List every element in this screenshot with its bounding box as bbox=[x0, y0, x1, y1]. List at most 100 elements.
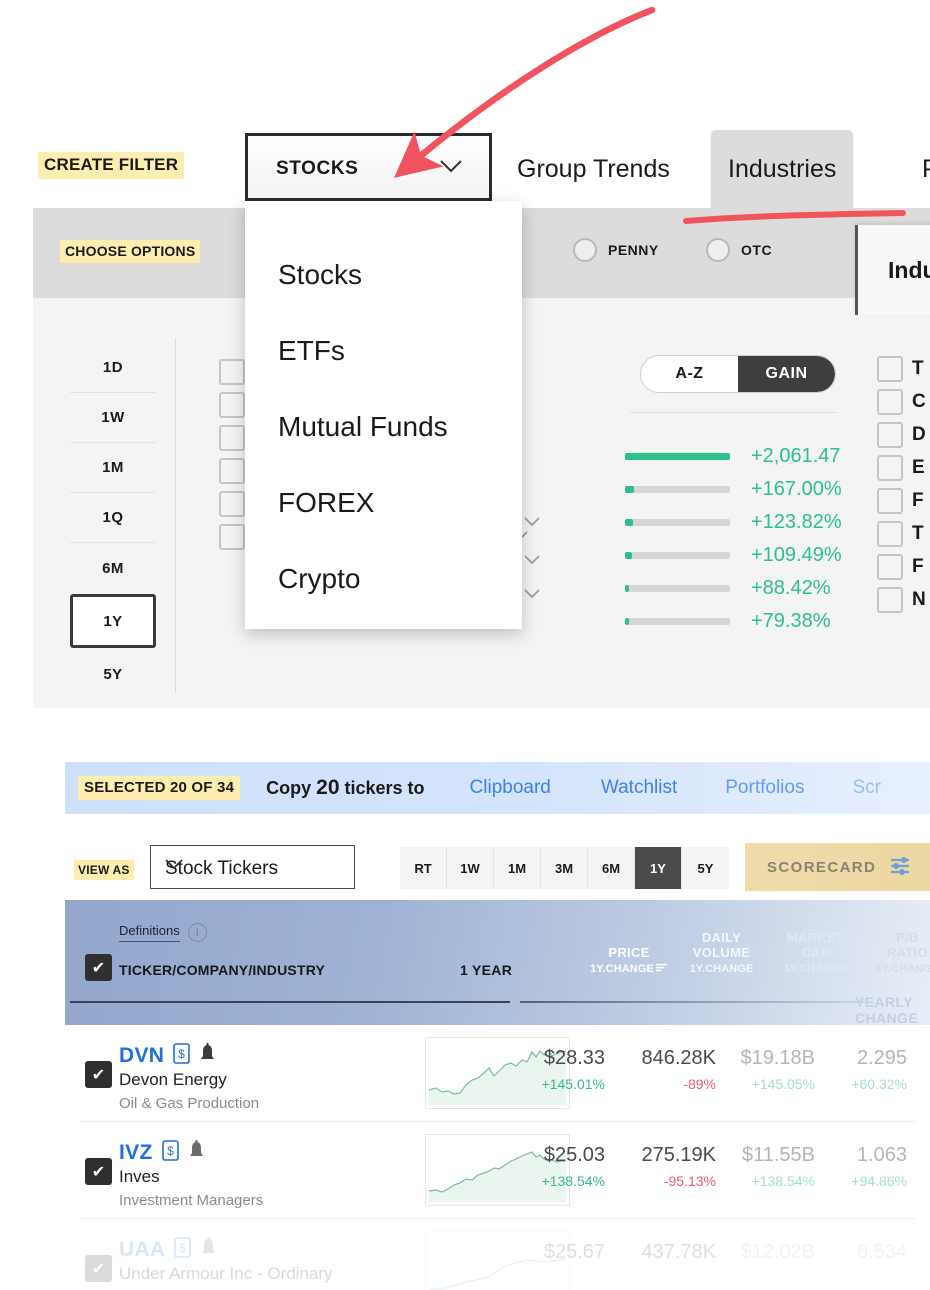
radio-otc[interactable]: OTC bbox=[706, 238, 772, 262]
period-1m[interactable]: 1M bbox=[70, 443, 156, 493]
dollar-tag-icon[interactable]: $ bbox=[174, 1237, 192, 1263]
chevron-down-icon[interactable] bbox=[524, 586, 540, 604]
bell-icon[interactable] bbox=[199, 1043, 216, 1069]
timeframe-3m[interactable]: 3M bbox=[541, 847, 588, 889]
view-as-select[interactable]: Stock Tickers bbox=[150, 845, 355, 889]
tab-partial-right[interactable]: P bbox=[905, 130, 930, 208]
right-checkbox[interactable] bbox=[877, 454, 903, 481]
right-checkbox[interactable] bbox=[877, 586, 903, 613]
row-checkbox[interactable]: ✔ bbox=[85, 1061, 112, 1088]
row-pe-value: 14 bbox=[903, 1047, 930, 1070]
chevron-down-icon bbox=[440, 160, 462, 173]
industry-checkbox[interactable] bbox=[219, 457, 245, 484]
column-header-market-cap[interactable]: MARKET CAP 1Y.CHANGE bbox=[768, 930, 863, 975]
dropdown-option-crypto[interactable]: Crypto bbox=[278, 563, 360, 595]
column-header-pb-ratio[interactable]: P/B RATIO 1Y.CHANGE bbox=[860, 930, 930, 975]
bell-icon[interactable] bbox=[188, 1140, 205, 1166]
table-row[interactable]: ✔ DVN $ Devon Energy Oil & Gas Productio… bbox=[65, 1025, 930, 1122]
radio-penny[interactable]: PENNY bbox=[573, 238, 659, 262]
industry-checkbox[interactable] bbox=[219, 424, 245, 451]
period-1w[interactable]: 1W bbox=[70, 393, 156, 443]
definitions-link[interactable]: Definitions i bbox=[119, 923, 207, 942]
sort-desc-icon[interactable] bbox=[655, 963, 668, 975]
timeframe-1w[interactable]: 1W bbox=[447, 847, 494, 889]
right-checkbox-row[interactable]: T bbox=[877, 517, 926, 550]
timeframe-5y[interactable]: 5Y bbox=[682, 847, 729, 889]
tab-group-trends[interactable]: Group Trends bbox=[500, 130, 687, 208]
dropdown-option-forex[interactable]: FOREX bbox=[278, 487, 374, 519]
right-checkbox-row[interactable]: D bbox=[877, 418, 926, 451]
table-row[interactable]: ✔ IVZ $ Inves Investment Managers $25.03… bbox=[65, 1122, 930, 1219]
chevron-down-icon[interactable] bbox=[524, 514, 540, 532]
period-1q[interactable]: 1Q bbox=[70, 493, 156, 543]
right-checkbox-row[interactable]: C bbox=[877, 385, 926, 418]
right-checkbox[interactable] bbox=[877, 520, 903, 547]
gain-value: +167.00% bbox=[751, 478, 842, 500]
scorecard-button[interactable]: SCORECARD bbox=[745, 843, 930, 891]
table-row[interactable]: ✔ UAA $ Under Armour Inc - Ordinary $25.… bbox=[65, 1219, 930, 1290]
tab-industries[interactable]: Industries bbox=[711, 130, 854, 208]
row-ticker[interactable]: DVN $ bbox=[119, 1043, 216, 1069]
sort-toggle[interactable]: A-Z GAIN bbox=[640, 355, 836, 393]
right-checkbox-row[interactable]: T bbox=[877, 352, 926, 385]
column-header-volume[interactable]: DAILY VOLUME 1Y.CHANGE bbox=[674, 930, 769, 975]
industries-side-panel-tab[interactable]: Indu bbox=[855, 225, 930, 315]
right-checkbox[interactable] bbox=[877, 388, 903, 415]
info-icon[interactable]: i bbox=[187, 923, 207, 942]
period-6m[interactable]: 6M bbox=[70, 543, 156, 593]
bell-icon[interactable] bbox=[200, 1237, 217, 1263]
right-checkbox[interactable] bbox=[877, 421, 903, 448]
right-checkbox-row[interactable]: F bbox=[877, 550, 926, 583]
sliders-icon[interactable] bbox=[889, 855, 911, 879]
row-pe-change: +0 bbox=[903, 1173, 930, 1189]
asset-type-dropdown-menu: Stocks ETFs Mutual Funds FOREX Crypto bbox=[245, 201, 522, 629]
copy-to-clipboard-link[interactable]: Clipboard bbox=[470, 777, 551, 799]
period-1y[interactable]: 1Y bbox=[70, 594, 156, 648]
timeframe-6m[interactable]: 6M bbox=[588, 847, 635, 889]
row-volume: 275.19K -95.13% bbox=[611, 1144, 716, 1189]
row-volume-value: 437.78K bbox=[641, 1241, 716, 1263]
row-checkbox[interactable]: ✔ bbox=[85, 1255, 112, 1282]
column-header-range[interactable]: 1 YEAR bbox=[460, 962, 512, 978]
industry-checkbox[interactable] bbox=[219, 490, 245, 517]
dropdown-option-mutual-funds[interactable]: Mutual Funds bbox=[278, 411, 448, 443]
period-1d[interactable]: 1D bbox=[70, 343, 156, 393]
asset-type-select[interactable]: STOCKS bbox=[245, 133, 492, 201]
copy-to-portfolios-link[interactable]: Portfolios bbox=[725, 777, 804, 799]
dollar-tag-icon[interactable]: $ bbox=[161, 1140, 179, 1166]
timeframe-rt[interactable]: RT bbox=[400, 847, 447, 889]
row-market-cap-change: +145.05% bbox=[751, 1076, 815, 1092]
right-checkbox[interactable] bbox=[877, 553, 903, 580]
select-all-checkbox[interactable]: ✔ bbox=[85, 954, 112, 981]
sort-toggle-az[interactable]: A-Z bbox=[641, 356, 738, 392]
row-price: $28.33 +145.01% bbox=[505, 1047, 605, 1092]
right-checkbox-label: D bbox=[912, 423, 926, 445]
column-header-ticker[interactable]: TICKER/COMPANY/INDUSTRY bbox=[119, 962, 325, 978]
row-checkbox[interactable]: ✔ bbox=[85, 1158, 112, 1185]
row-ticker[interactable]: UAA $ bbox=[119, 1237, 217, 1263]
view-as-label: VIEW AS bbox=[74, 860, 134, 880]
row-ticker[interactable]: IVZ $ bbox=[119, 1140, 205, 1166]
copy-to-watchlist-link[interactable]: Watchlist bbox=[601, 777, 677, 799]
right-checkbox-row[interactable]: N bbox=[877, 583, 926, 616]
sort-toggle-gain[interactable]: GAIN bbox=[738, 356, 835, 392]
chevron-down-icon[interactable] bbox=[524, 552, 540, 570]
industry-checkbox[interactable] bbox=[219, 391, 245, 418]
right-checkbox[interactable] bbox=[877, 487, 903, 514]
dollar-tag-icon[interactable]: $ bbox=[173, 1043, 191, 1069]
right-checkbox-row[interactable]: F bbox=[877, 484, 926, 517]
timeframe-1m[interactable]: 1M bbox=[494, 847, 541, 889]
choose-options-label: CHOOSE OPTIONS bbox=[60, 240, 201, 263]
dropdown-option-stocks[interactable]: Stocks bbox=[278, 259, 362, 291]
dropdown-option-etfs[interactable]: ETFs bbox=[278, 335, 345, 367]
column-header-market-cap-line2: CAP bbox=[801, 945, 830, 960]
industry-checkbox[interactable] bbox=[219, 358, 245, 385]
right-checkbox[interactable] bbox=[877, 355, 903, 382]
timeframe-1y[interactable]: 1Y bbox=[635, 847, 682, 889]
right-checkbox-row[interactable]: E bbox=[877, 451, 926, 484]
column-header-price[interactable]: PRICE 1Y.CHANGE bbox=[584, 945, 674, 975]
period-5y[interactable]: 5Y bbox=[70, 649, 156, 699]
industry-checkbox[interactable] bbox=[219, 523, 245, 550]
gain-bar bbox=[625, 585, 730, 592]
copy-to-screener-link[interactable]: Scr bbox=[852, 777, 881, 799]
